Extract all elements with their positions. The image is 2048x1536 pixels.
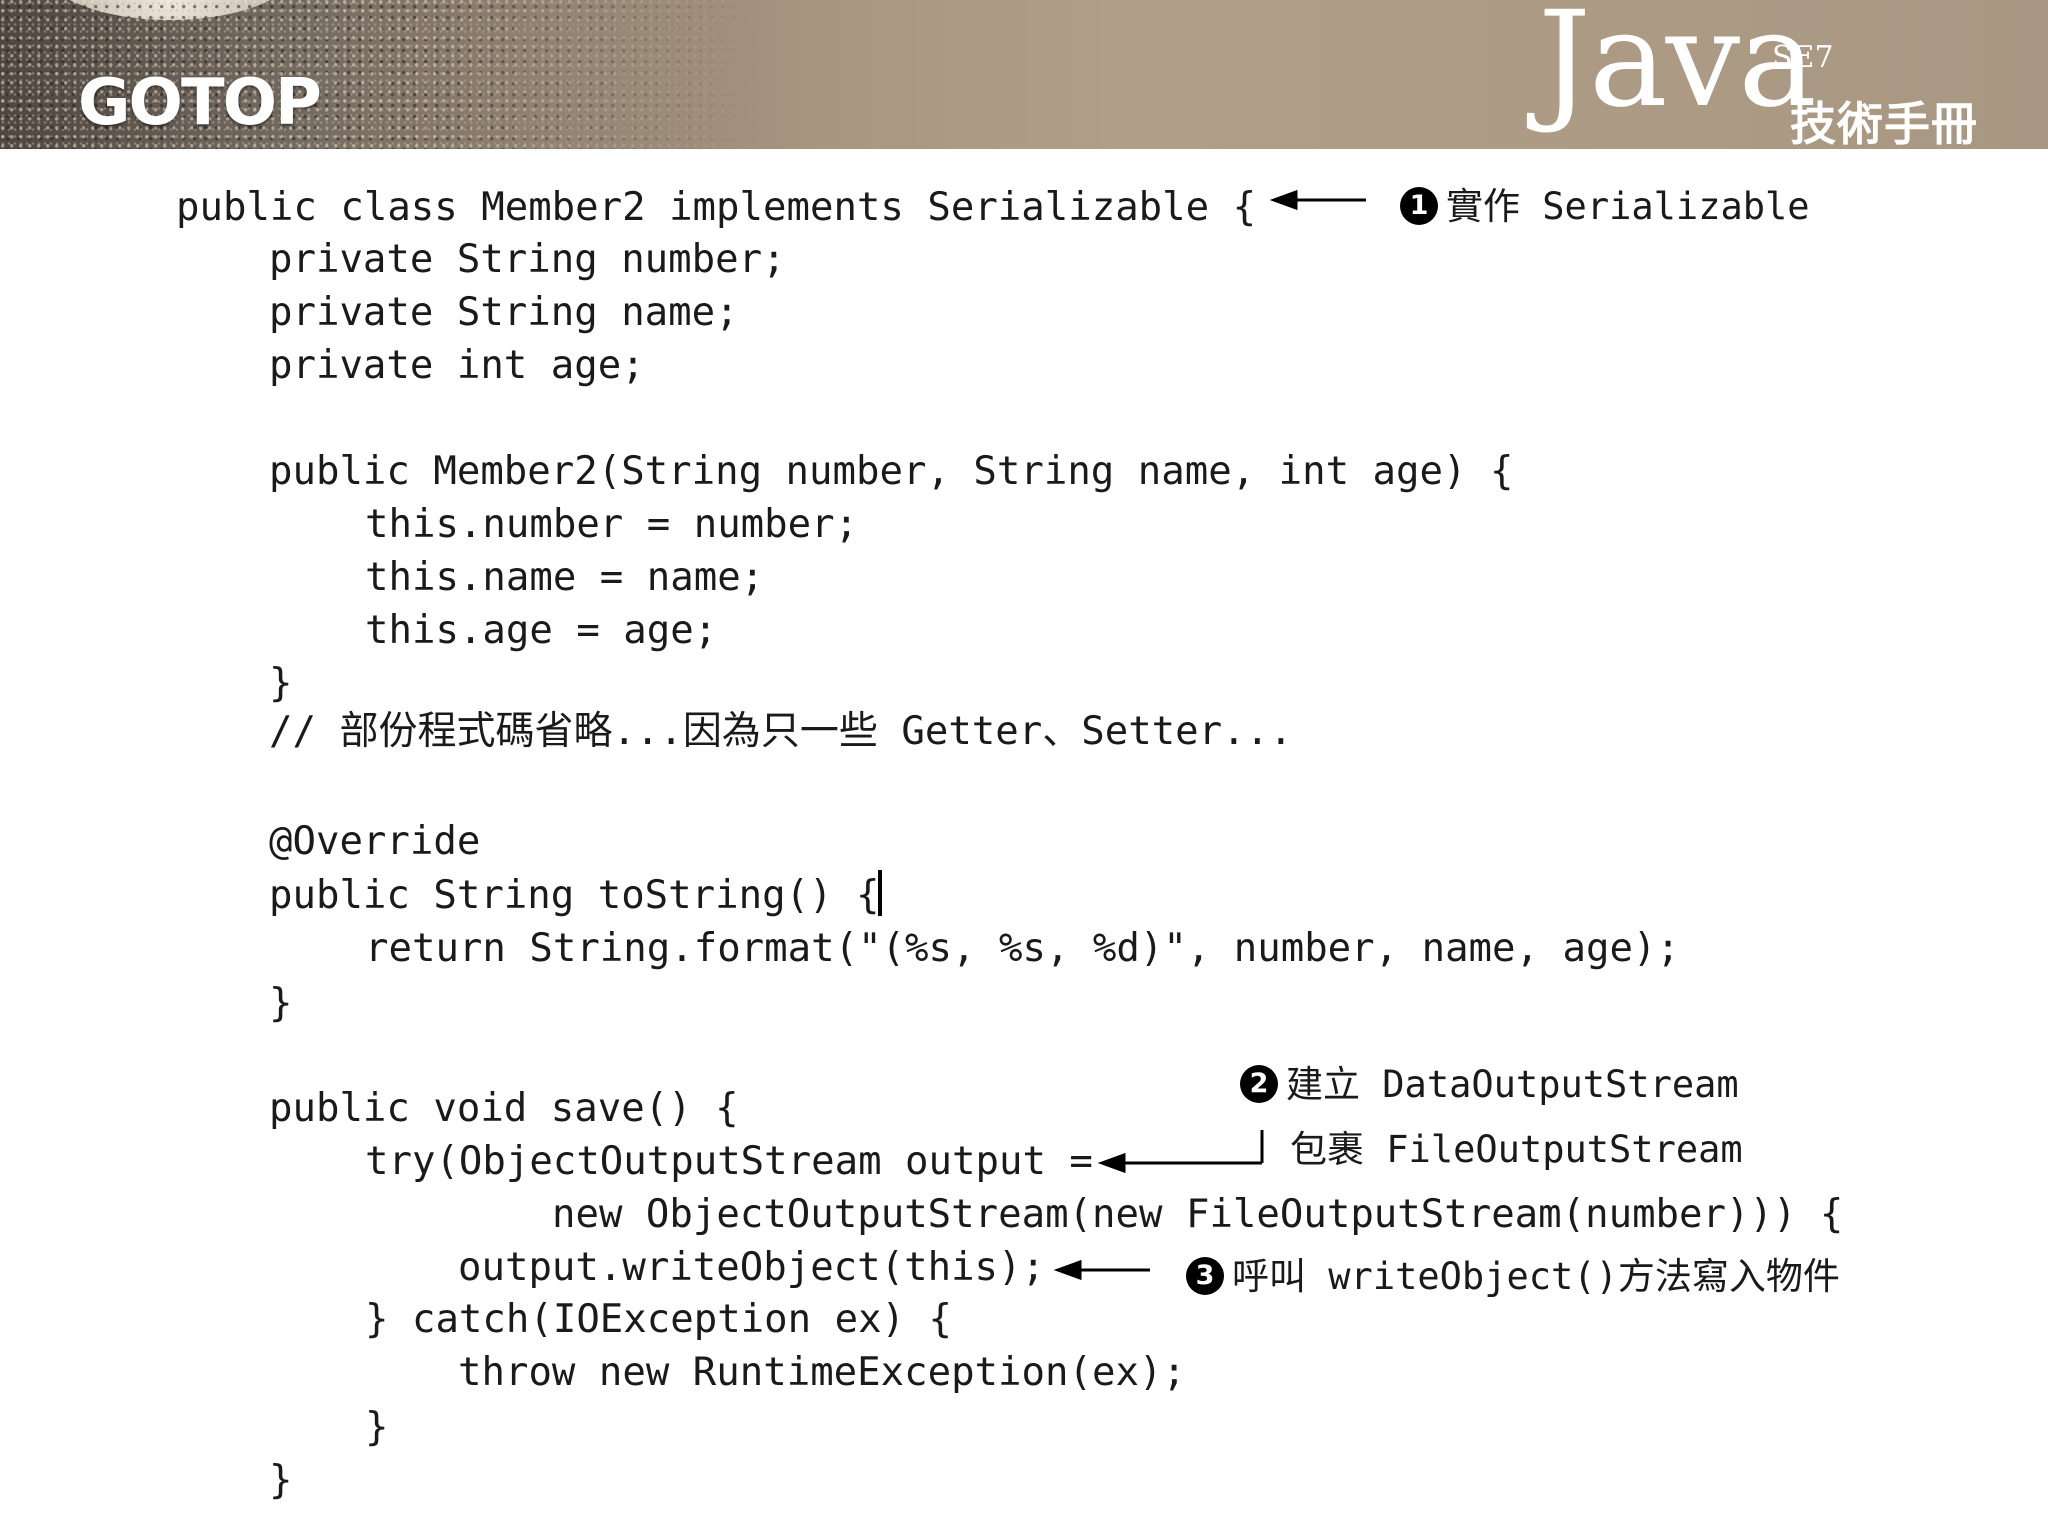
annotation-1: 1 實作 Serializable <box>1400 185 1810 228</box>
number-badge-1: 1 <box>1400 186 1438 225</box>
number-badge-3: 3 <box>1186 1256 1224 1295</box>
number-badge-2: 2 <box>1240 1064 1278 1103</box>
annotation-text: 建立 DataOutputStream <box>1286 1063 1739 1106</box>
annotation-2: 2 建立 DataOutputStream <box>1240 1063 1739 1106</box>
annotation-text: 實作 Serializable <box>1446 185 1810 228</box>
arrow-head-3 <box>1053 1259 1082 1281</box>
annotation-2-continued: 包裹 FileOutputStream <box>1290 1131 1743 1168</box>
annotation-text: 呼叫 writeObject()方法寫入物件 <box>1232 1255 1840 1298</box>
arrow-head-2 <box>1097 1152 1126 1174</box>
annotation-arrows <box>1053 189 1366 1281</box>
arrow-head-1 <box>1269 189 1298 211</box>
annotation-3: 3 呼叫 writeObject()方法寫入物件 <box>1186 1255 1840 1298</box>
annotation-text: 包裹 FileOutputStream <box>1290 1128 1743 1171</box>
